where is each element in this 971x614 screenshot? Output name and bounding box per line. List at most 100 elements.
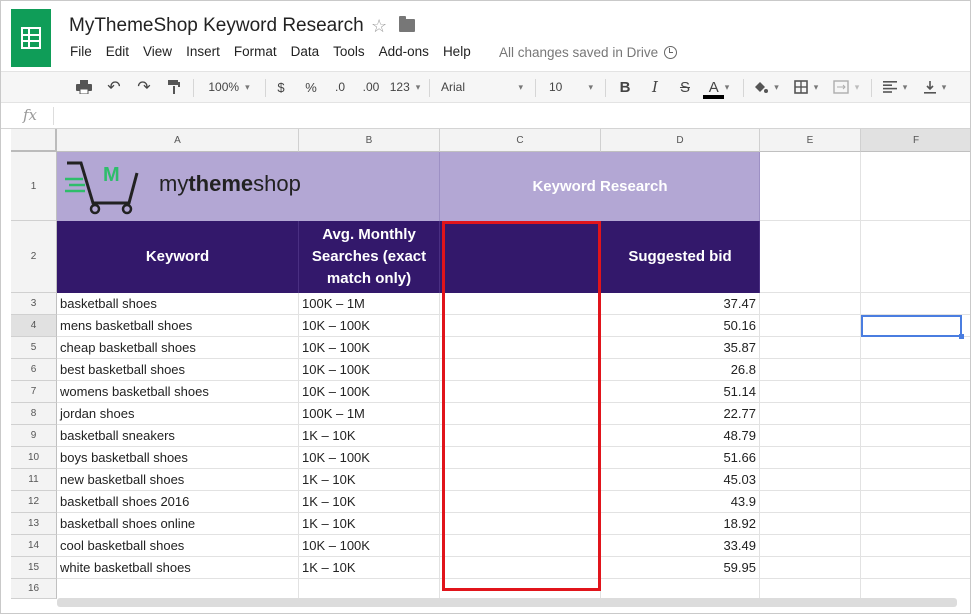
menu-tools[interactable]: Tools (333, 44, 365, 59)
searches-cell[interactable]: 10K – 100K (299, 359, 440, 381)
empty-f-cell[interactable] (861, 359, 970, 381)
horizontal-scrollbar[interactable] (57, 598, 957, 607)
bid-cell[interactable]: 43.9 (601, 491, 760, 513)
empty-e-cell[interactable] (760, 381, 861, 403)
empty-f-cell[interactable] (861, 447, 970, 469)
brand-banner-cell[interactable]: M mythemeshop (57, 152, 440, 221)
searches-cell[interactable]: 1K – 10K (299, 557, 440, 579)
keyword-cell[interactable]: jordan shoes (57, 403, 299, 425)
empty-f-cell[interactable] (861, 535, 970, 557)
empty-e-cell[interactable] (760, 491, 861, 513)
cell-f1[interactable] (861, 152, 970, 221)
empty-e-cell[interactable] (760, 557, 861, 579)
searches-cell[interactable]: 10K – 100K (299, 447, 440, 469)
searches-cell[interactable]: 10K – 100K (299, 535, 440, 557)
menu-edit[interactable]: Edit (106, 44, 129, 59)
sheets-logo-icon[interactable] (11, 9, 51, 67)
row-header[interactable]: 11 (11, 469, 57, 491)
more-formats-select[interactable]: 123 (387, 72, 423, 102)
empty-e-cell[interactable] (760, 579, 861, 599)
percent-button[interactable]: % (301, 72, 321, 102)
row-header[interactable]: 15 (11, 557, 57, 579)
empty-f-cell[interactable] (861, 491, 970, 513)
history-icon[interactable] (664, 46, 678, 59)
bid-cell[interactable]: 18.92 (601, 513, 760, 535)
merge-cells-icon[interactable] (827, 72, 865, 102)
empty-f-cell[interactable] (861, 579, 970, 599)
empty-f-cell[interactable] (861, 381, 970, 403)
keyword-cell[interactable]: basketball shoes online (57, 513, 299, 535)
bid-cell[interactable]: 33.49 (601, 535, 760, 557)
row-header[interactable]: 9 (11, 425, 57, 447)
empty-e-cell[interactable] (760, 315, 861, 337)
bid-cell[interactable]: 35.87 (601, 337, 760, 359)
active-cell-selection[interactable] (861, 315, 964, 339)
vertical-align-icon[interactable] (917, 72, 953, 102)
keyword-cell[interactable]: cool basketball shoes (57, 535, 299, 557)
row-header[interactable]: 14 (11, 535, 57, 557)
row-header[interactable]: 2 (11, 221, 57, 293)
fill-color-icon[interactable] (749, 72, 783, 102)
keyword-cell[interactable]: new basketball shoes (57, 469, 299, 491)
searches-cell[interactable]: 1K – 10K (299, 513, 440, 535)
print-icon[interactable] (73, 72, 95, 102)
empty-f-cell[interactable] (861, 337, 970, 359)
empty-f-cell[interactable] (861, 425, 970, 447)
redo-icon[interactable]: ↷ (133, 72, 155, 102)
menu-view[interactable]: View (143, 44, 172, 59)
bid-cell[interactable]: 45.03 (601, 469, 760, 491)
cell-f2[interactable] (861, 221, 970, 293)
star-icon[interactable]: ☆ (371, 16, 387, 37)
row-header[interactable]: 10 (11, 447, 57, 469)
borders-icon[interactable] (789, 72, 823, 102)
header-avg-searches[interactable]: Avg. Monthly Searches (exact match only) (299, 221, 440, 293)
zoom-select[interactable]: 100% (201, 72, 257, 102)
header-suggested-bid[interactable]: Suggested bid (601, 221, 760, 293)
empty-e-cell[interactable] (760, 425, 861, 447)
row-header[interactable]: 6 (11, 359, 57, 381)
empty-e-cell[interactable] (760, 447, 861, 469)
row-header[interactable]: 4 (11, 315, 57, 337)
empty-e-cell[interactable] (760, 513, 861, 535)
bid-cell[interactable]: 51.14 (601, 381, 760, 403)
empty-e-cell[interactable] (760, 469, 861, 491)
currency-button[interactable]: $ (271, 72, 291, 102)
document-title[interactable]: MyThemeShop Keyword Research (69, 15, 364, 37)
keyword-cell[interactable]: basketball sneakers (57, 425, 299, 447)
bid-cell[interactable]: 51.66 (601, 447, 760, 469)
keyword-research-banner-cell[interactable]: Keyword Research (440, 152, 760, 221)
searches-cell[interactable]: 1K – 10K (299, 491, 440, 513)
column-header-d[interactable]: D (601, 129, 760, 152)
empty-f-cell[interactable] (861, 293, 970, 315)
keyword-cell[interactable]: white basketball shoes (57, 557, 299, 579)
empty-f-cell[interactable] (861, 403, 970, 425)
font-size-select[interactable]: 10 (543, 72, 599, 102)
keyword-cell[interactable]: mens basketball shoes (57, 315, 299, 337)
empty-f-cell[interactable] (861, 557, 970, 579)
bid-cell[interactable]: 22.77 (601, 403, 760, 425)
row-header[interactable]: 12 (11, 491, 57, 513)
row-header[interactable]: 16 (11, 579, 57, 599)
strikethrough-button[interactable]: S (675, 72, 695, 102)
searches-cell[interactable]: 10K – 100K (299, 381, 440, 403)
empty-e-cell[interactable] (760, 403, 861, 425)
save-status[interactable]: All changes saved in Drive (499, 45, 678, 60)
header-keyword[interactable]: Keyword (57, 221, 299, 293)
row-header[interactable]: 1 (11, 152, 57, 221)
cell-e2[interactable] (760, 221, 861, 293)
keyword-cell[interactable]: best basketball shoes (57, 359, 299, 381)
column-header-a[interactable]: A (57, 129, 299, 152)
bid-cell[interactable]: 26.8 (601, 359, 760, 381)
empty-e-cell[interactable] (760, 359, 861, 381)
empty-e-cell[interactable] (760, 535, 861, 557)
menu-data[interactable]: Data (291, 44, 320, 59)
row-header[interactable]: 8 (11, 403, 57, 425)
keyword-cell[interactable] (57, 579, 299, 599)
keyword-cell[interactable]: basketball shoes 2016 (57, 491, 299, 513)
sheet-grid[interactable]: A B C D E F 1 2 3 4 5 6 7 8 9 10 11 12 1… (11, 129, 970, 599)
italic-button[interactable]: I (645, 72, 665, 102)
bid-cell[interactable] (601, 579, 760, 599)
empty-e-cell[interactable] (760, 337, 861, 359)
column-header-e[interactable]: E (760, 129, 861, 152)
align-left-icon[interactable] (877, 72, 913, 102)
